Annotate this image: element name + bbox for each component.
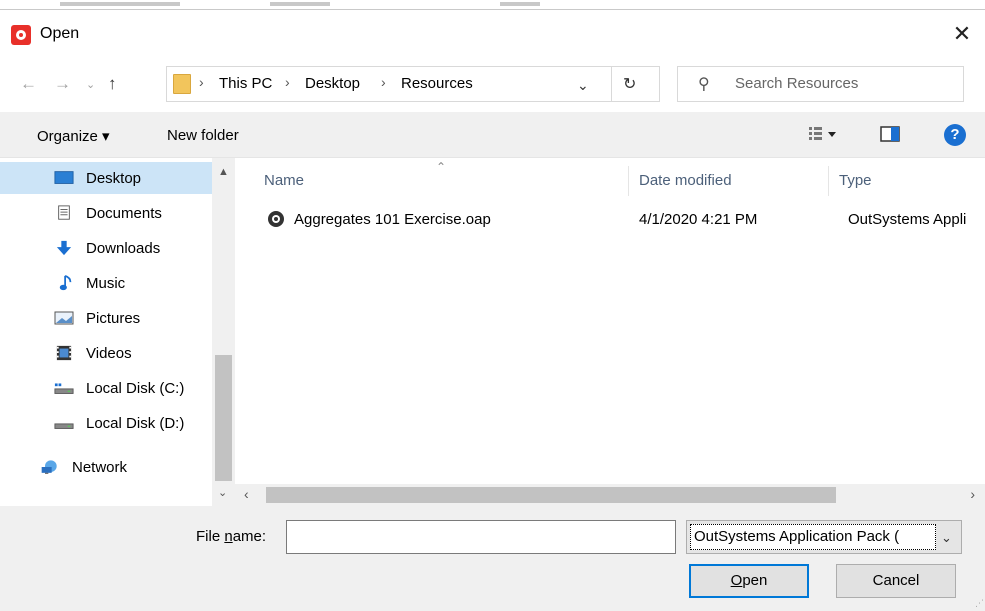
nav-item-label: Pictures [86,310,141,327]
refresh-icon[interactable]: ↻ [623,74,636,94]
file-type-dropdown-chevron-icon[interactable]: ⌄ [941,530,952,546]
scrollbar-thumb[interactable] [266,487,836,503]
nav-item-local-disk-d[interactable]: Local Disk (D:) [0,407,212,439]
column-header-date-modified[interactable]: Date modified [639,172,732,189]
column-header-name[interactable]: Name [264,172,304,189]
file-name-label-part: ame: [232,528,267,545]
navigation-pane: Desktop Documents Downloads Music Pictur… [0,158,235,500]
scroll-corner: ⌄ [212,484,236,506]
nav-item-label: Desktop [86,170,142,187]
file-type: OutSystems Appli [848,211,967,228]
title-bar: Open ✕ [0,10,985,58]
table-row[interactable]: Aggregates 101 Exercise.oap 4/1/2020 4:2… [260,206,985,236]
nav-item-documents[interactable]: Documents [0,197,212,229]
file-name-input[interactable]: ⌄ [286,520,948,554]
back-arrow-icon[interactable]: ← [20,74,37,94]
dialog-footer: File name: ⌄ OutSystems Application Pack… [0,506,985,611]
search-input-placeholder[interactable]: Search Resources [735,75,858,92]
view-options-icon[interactable] [808,125,838,147]
nav-item-desktop[interactable]: Desktop [0,162,212,194]
column-header-type[interactable]: Type [839,172,872,189]
documents-icon [58,205,70,220]
nav-item-music[interactable]: Music [0,267,212,299]
cancel-button[interactable]: Cancel [836,564,956,598]
file-name-label-part: File [196,528,225,545]
scroll-left-icon[interactable]: ‹ [244,486,249,502]
open-button[interactable]: Open [689,564,809,598]
resize-grip-icon[interactable]: ⋰ [975,598,984,609]
sort-ascending-icon: ⌃ [436,160,447,174]
navigation-bar: ← → ⌄ ↑ › This PC › Desktop › Resources … [0,58,985,112]
breadcrumb-this-pc[interactable]: This PC [219,75,272,92]
nav-item-network[interactable]: Network [0,451,212,483]
nav-item-label: Music [86,275,126,292]
folder-icon [173,74,191,94]
file-list: Name ⌃ Date modified Type Aggregates 101… [236,158,985,500]
nav-item-label: Videos [86,345,132,362]
app-icon [11,25,31,45]
nav-item-local-disk-c[interactable]: Local Disk (C:) [0,372,212,404]
breadcrumb-separator: › [199,74,204,90]
recent-locations-chevron-icon[interactable]: ⌄ [86,78,95,91]
file-list-horizontal-scrollbar[interactable]: ‹ › [236,484,985,506]
videos-icon [56,345,72,361]
file-name-label: File name: [196,528,266,545]
nav-item-downloads[interactable]: Downloads [0,232,212,264]
scroll-down-icon[interactable]: ⌄ [218,486,227,499]
breadcrumb-resources[interactable]: Resources [401,75,473,92]
nav-item-videos[interactable]: Videos [0,337,212,369]
music-icon [59,275,72,291]
nav-item-label: Documents [86,205,162,222]
up-arrow-icon[interactable]: ↑ [108,74,117,94]
help-icon[interactable]: ? [944,124,966,146]
file-name: Aggregates 101 Exercise.oap [294,211,491,228]
breadcrumb-desktop[interactable]: Desktop [305,75,360,92]
nav-item-label: Network [72,459,128,476]
breadcrumb-separator: › [381,74,386,90]
outsystems-file-icon [268,211,284,227]
local-disk-icon [54,383,74,394]
open-button-accesskey: O [730,572,743,589]
forward-arrow-icon[interactable]: → [54,74,71,94]
preview-pane-icon[interactable] [880,125,902,147]
pictures-icon [54,311,74,325]
new-folder-button[interactable]: New folder [167,127,239,144]
nav-item-pictures[interactable]: Pictures [0,302,212,334]
nav-pane-scrollbar[interactable]: ▲ ▼ [212,158,235,500]
nav-item-label: Downloads [86,240,161,257]
network-icon [41,460,57,474]
command-bar: Organize ▾ New folder ? [0,112,985,158]
window-title: Open [40,25,80,42]
open-button-label: pen [742,572,768,589]
scroll-right-icon[interactable]: › [970,486,975,502]
breadcrumb-separator: › [285,74,290,90]
local-disk-icon [54,423,74,429]
address-bar[interactable]: › This PC › Desktop › Resources ⌄ ↻ [166,66,660,102]
nav-item-label: Local Disk (D:) [86,415,185,432]
search-box[interactable]: ⚲ Search Resources [677,66,964,102]
organize-button[interactable]: Organize ▾ [37,127,110,145]
file-type-select[interactable]: OutSystems Application Pack ( ⌄ [686,520,962,554]
address-dropdown-chevron-icon[interactable]: ⌄ [577,77,589,94]
background-window-strip [0,0,985,10]
nav-item-label: Local Disk (C:) [86,380,185,397]
scrollbar-thumb[interactable] [215,355,232,481]
close-button[interactable]: ✕ [939,10,985,58]
search-icon: ⚲ [698,76,710,93]
file-date-modified: 4/1/2020 4:21 PM [639,211,758,228]
file-name-label-accesskey: n [224,528,233,545]
scroll-up-icon[interactable]: ▲ [218,166,229,178]
downloads-icon [56,240,72,256]
desktop-icon [54,171,74,184]
file-type-value: OutSystems Application Pack ( [690,524,936,550]
